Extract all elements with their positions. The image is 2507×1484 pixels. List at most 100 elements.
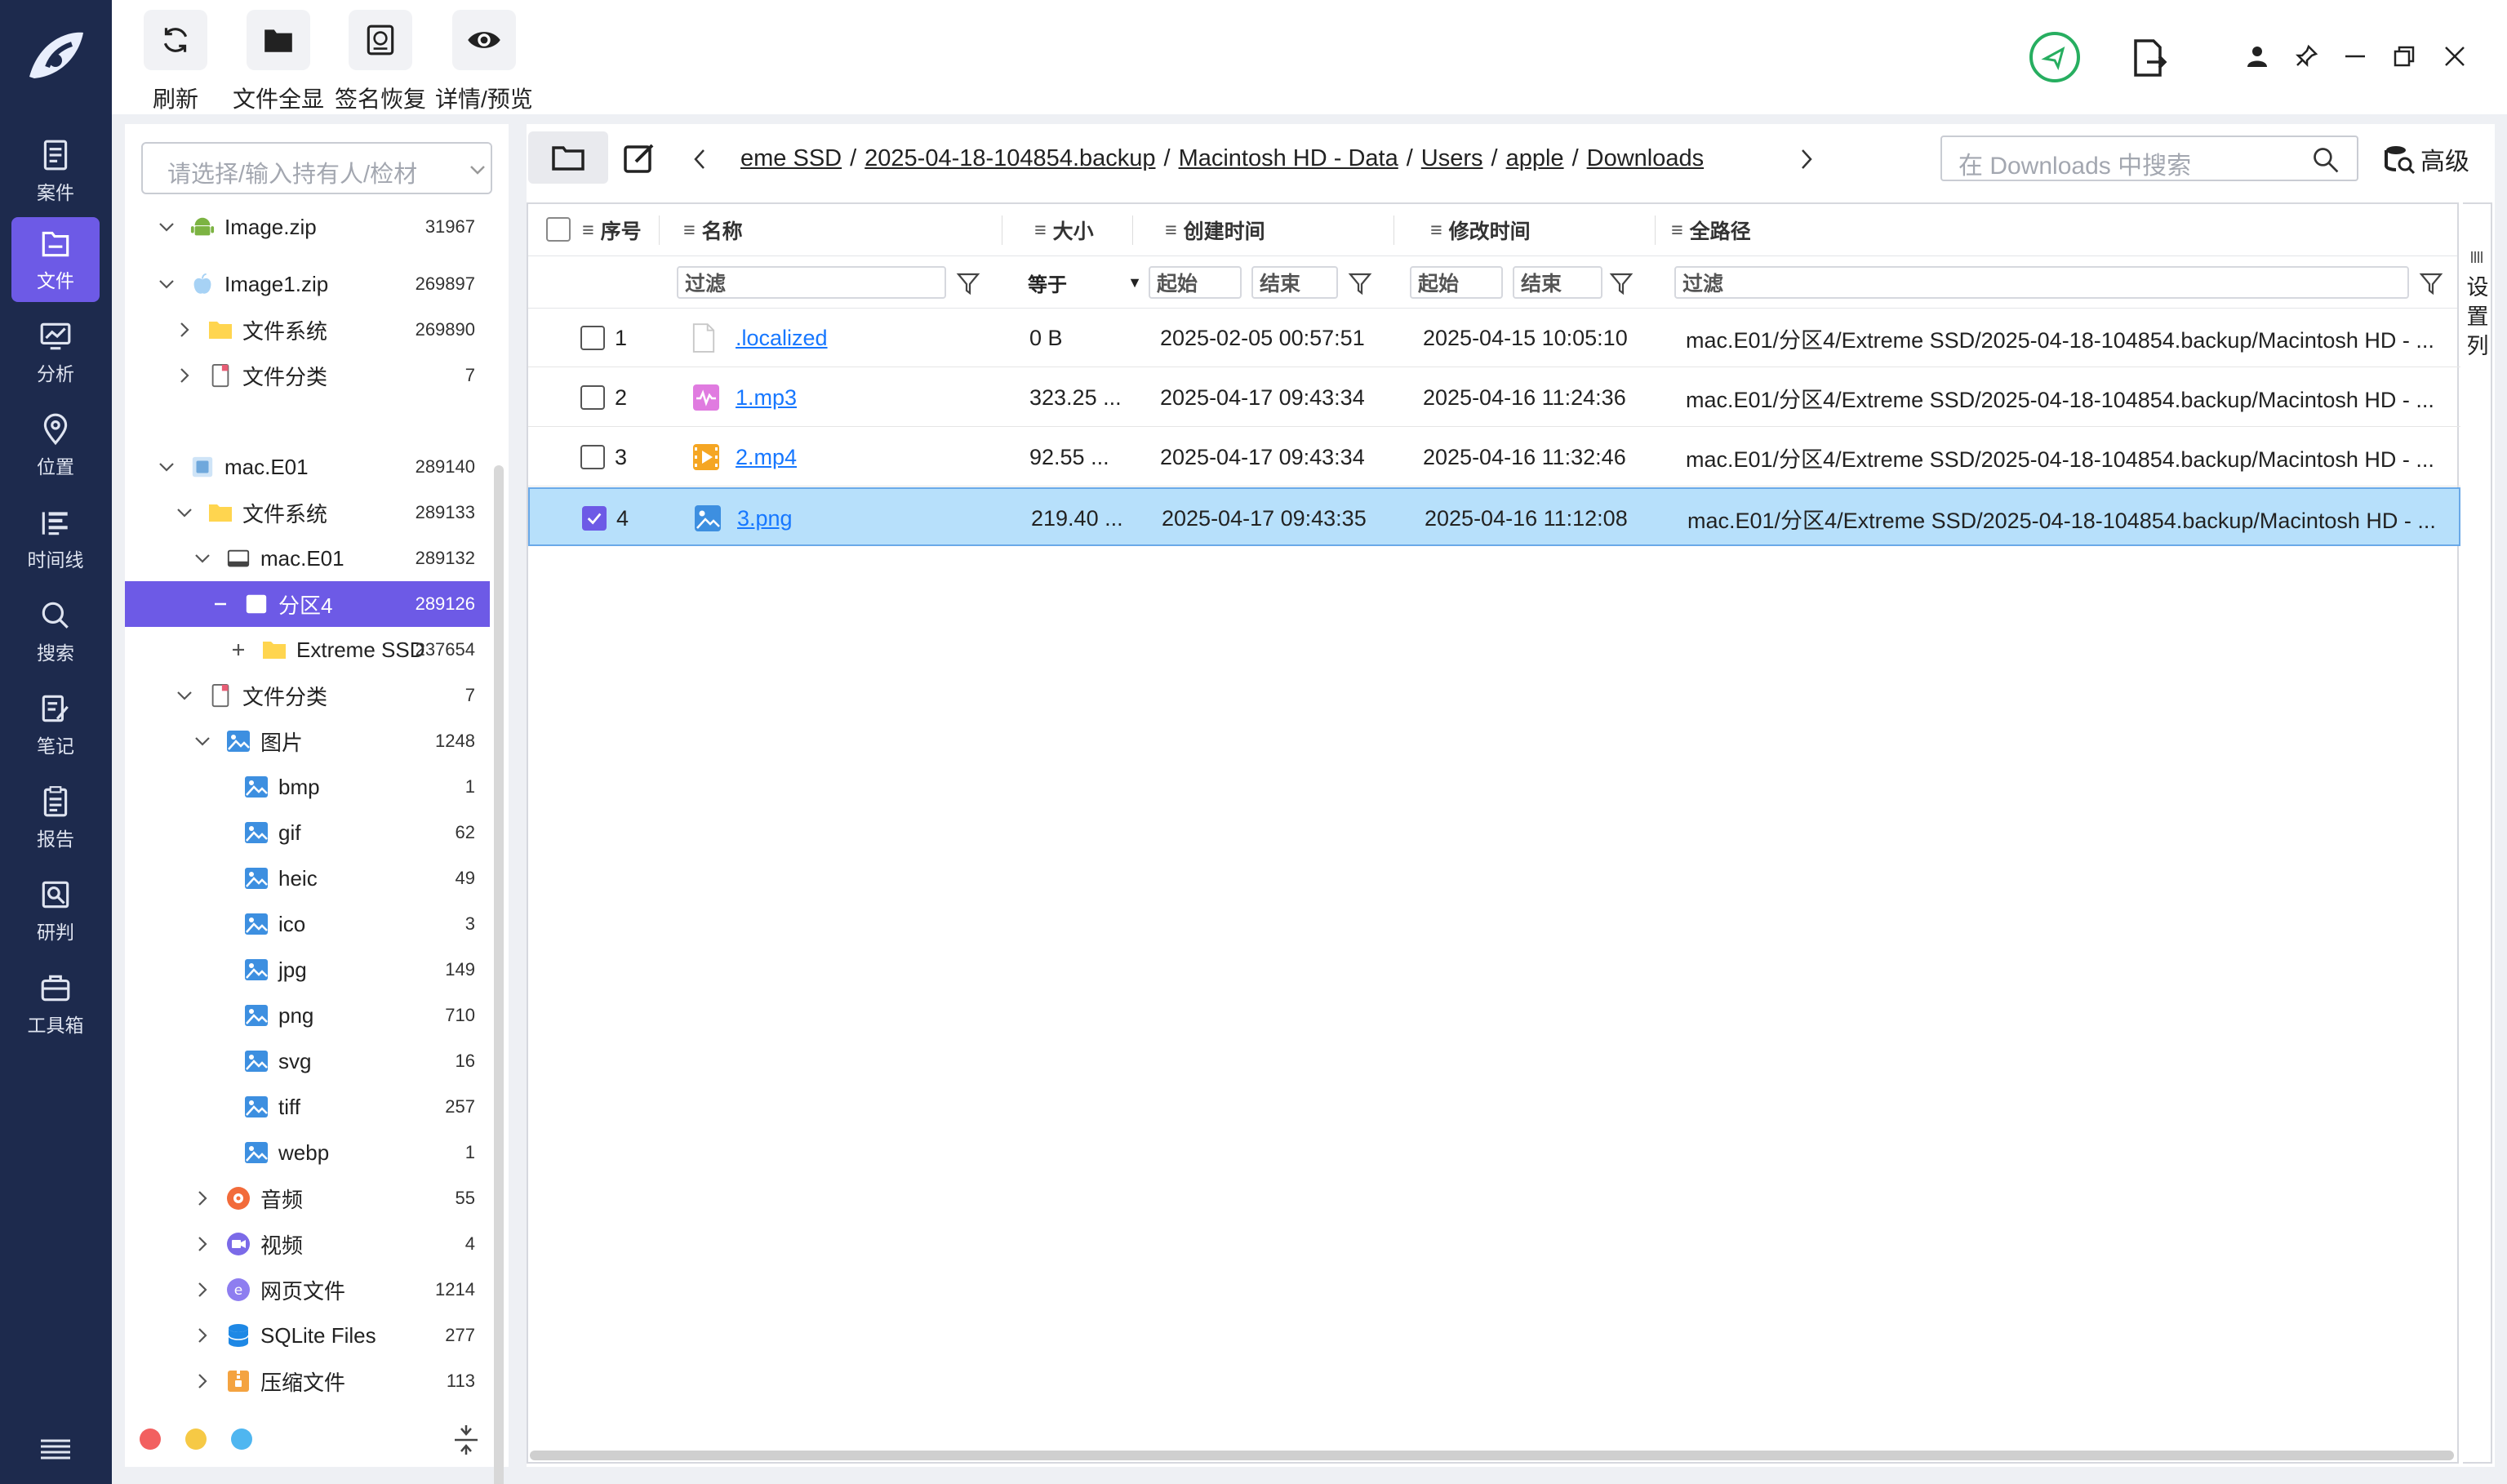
tree-node[interactable]: webp 1 bbox=[125, 1130, 490, 1175]
tree-node[interactable]: svg 16 bbox=[125, 1038, 490, 1084]
filter-icon[interactable] bbox=[1348, 271, 1372, 295]
column-header-modified[interactable]: ≡ 修改时间 bbox=[1430, 204, 1531, 256]
created-end-input[interactable]: 结束 bbox=[1251, 266, 1338, 299]
column-header-index[interactable]: ≡ 序号 bbox=[582, 204, 642, 256]
column-menu-icon[interactable]: ≡ bbox=[1034, 219, 1047, 242]
tree-node[interactable]: 分区4 289126 bbox=[125, 581, 490, 627]
chevron-right-icon[interactable] bbox=[1797, 147, 1816, 171]
table-row[interactable]: 2 1.mp3 323.25 ... 2025-04-17 09:43:34 2… bbox=[528, 368, 2460, 427]
filter-icon[interactable] bbox=[2419, 271, 2443, 295]
name-filter-input[interactable]: 过滤 bbox=[677, 266, 946, 299]
filter-icon[interactable] bbox=[1609, 271, 1634, 295]
chevron-down-icon[interactable] bbox=[190, 729, 215, 753]
tree-node[interactable]: ico 3 bbox=[125, 901, 490, 947]
table-row[interactable]: 3 2.mp4 92.55 ... 2025-04-17 09:43:34 20… bbox=[528, 428, 2460, 487]
export-icon[interactable] bbox=[2132, 38, 2168, 78]
yellow-dot-icon[interactable] bbox=[185, 1428, 207, 1450]
created-start-input[interactable]: 起始 bbox=[1149, 266, 1242, 299]
row-file-name[interactable]: 1.mp3 bbox=[736, 368, 797, 427]
tree-node[interactable]: 音频 55 bbox=[125, 1175, 490, 1221]
nav-search[interactable]: 搜索 bbox=[11, 589, 100, 674]
status-icon[interactable] bbox=[2029, 31, 2081, 83]
tree-node[interactable]: 压缩文件 113 bbox=[125, 1358, 490, 1404]
restore-icon[interactable] bbox=[2392, 44, 2416, 69]
chevron-down-icon[interactable] bbox=[154, 455, 179, 479]
row-file-name[interactable]: .localized bbox=[736, 309, 828, 367]
tree-node[interactable]: 文件系统 269890 bbox=[125, 307, 490, 353]
owner-select[interactable]: 请选择/输入持有人/检材 bbox=[141, 142, 492, 194]
tree-node[interactable]: gif 62 bbox=[125, 810, 490, 855]
signature-recover-button[interactable]: 签名恢复 bbox=[335, 0, 426, 114]
row-checkbox-cell[interactable] bbox=[582, 489, 607, 548]
chevron-right-icon[interactable] bbox=[190, 1277, 215, 1302]
tree-node[interactable]: e 网页文件 1214 bbox=[125, 1267, 490, 1313]
column-header-name[interactable]: ≡ 名称 bbox=[683, 204, 743, 256]
table-row[interactable]: 1 .localized 0 B 2025-02-05 00:57:51 202… bbox=[528, 309, 2460, 367]
expand-icon[interactable] bbox=[226, 638, 251, 662]
user-icon[interactable] bbox=[2245, 44, 2269, 69]
nav-judge[interactable]: 研判 bbox=[11, 869, 100, 953]
breadcrumb-segment[interactable]: eme SSD bbox=[740, 145, 842, 172]
chevron-right-icon[interactable] bbox=[190, 1323, 215, 1348]
collapse-icon[interactable] bbox=[208, 592, 233, 616]
red-dot-icon[interactable] bbox=[140, 1428, 161, 1450]
chevron-right-icon[interactable] bbox=[190, 1186, 215, 1211]
tree-node[interactable]: jpg 149 bbox=[125, 947, 490, 993]
select-all-checkbox[interactable] bbox=[546, 217, 571, 242]
tree-node[interactable]: Image1.zip 269897 bbox=[125, 261, 490, 307]
chevron-down-icon[interactable] bbox=[172, 500, 197, 525]
column-header-fullpath[interactable]: ≡ 全路径 bbox=[1671, 204, 1751, 256]
row-file-name[interactable]: 2.mp4 bbox=[736, 428, 797, 487]
breadcrumb-segment[interactable]: Downloads bbox=[1587, 145, 1704, 172]
nav-location[interactable]: 位置 bbox=[11, 403, 100, 488]
chevron-right-icon[interactable] bbox=[190, 1232, 215, 1256]
tree-node[interactable]: mac.E01 289132 bbox=[125, 535, 490, 581]
tree-node[interactable]: 文件分类 7 bbox=[125, 353, 490, 398]
column-menu-icon[interactable]: ≡ bbox=[683, 219, 696, 242]
tree-node[interactable]: 图片 1248 bbox=[125, 718, 490, 764]
breadcrumb-segment[interactable]: Macintosh HD - Data bbox=[1179, 145, 1398, 172]
grid-horizontal-scrollbar[interactable] bbox=[530, 1451, 2454, 1460]
minimize-icon[interactable] bbox=[2343, 44, 2367, 69]
fullpath-filter-input[interactable]: 过滤 bbox=[1674, 266, 2409, 299]
blue-dot-icon[interactable] bbox=[231, 1428, 252, 1450]
chevron-down-icon[interactable] bbox=[154, 215, 179, 239]
row-checkbox-cell[interactable] bbox=[580, 428, 605, 487]
row-checkbox-cell[interactable] bbox=[580, 368, 605, 427]
tree-node[interactable]: 视频 4 bbox=[125, 1221, 490, 1267]
tree-node[interactable]: tiff 257 bbox=[125, 1084, 490, 1130]
close-icon[interactable] bbox=[2443, 44, 2467, 69]
filter-icon[interactable] bbox=[956, 271, 980, 295]
chevron-right-icon[interactable] bbox=[190, 1369, 215, 1393]
row-checkbox[interactable] bbox=[580, 326, 605, 350]
column-menu-icon[interactable]: ≡ bbox=[582, 219, 594, 242]
tree-node[interactable]: Extreme SSD 237654 bbox=[125, 627, 490, 673]
edit-path-icon[interactable] bbox=[623, 142, 656, 175]
modified-start-input[interactable]: 起始 bbox=[1410, 266, 1503, 299]
row-checkbox-cell[interactable] bbox=[580, 309, 605, 367]
nav-timeline[interactable]: 时间线 bbox=[11, 496, 100, 581]
chevron-left-icon[interactable] bbox=[690, 147, 709, 171]
chevron-right-icon[interactable] bbox=[172, 363, 197, 388]
tree-node[interactable]: Image.zip 31967 bbox=[125, 204, 490, 250]
column-header-size[interactable]: ≡ 大小 bbox=[1034, 204, 1094, 256]
breadcrumb-segment[interactable]: Users bbox=[1421, 145, 1483, 172]
tree-node[interactable]: 文件分类 7 bbox=[125, 673, 490, 718]
chevron-right-icon[interactable] bbox=[172, 318, 197, 342]
nav-file[interactable]: 文件 bbox=[11, 217, 100, 302]
detail-preview-button[interactable]: 详情/预览 bbox=[435, 0, 533, 114]
modified-end-input[interactable]: 结束 bbox=[1513, 266, 1602, 299]
row-checkbox[interactable] bbox=[580, 385, 605, 410]
nav-toolbox[interactable]: 工具箱 bbox=[11, 962, 100, 1046]
tree-node[interactable]: heic 49 bbox=[125, 855, 490, 901]
size-operator-select[interactable]: 等于 ▼ bbox=[1028, 266, 1149, 299]
pin-icon[interactable] bbox=[2294, 44, 2318, 69]
breadcrumb-segment[interactable]: apple bbox=[1506, 145, 1564, 172]
tree-scrollbar[interactable] bbox=[494, 465, 504, 1484]
chevron-down-icon[interactable] bbox=[172, 683, 197, 708]
advanced-search-button[interactable]: 高级 bbox=[2383, 139, 2489, 180]
row-checkbox[interactable] bbox=[582, 506, 607, 531]
tree-node[interactable]: SQLite Files 277 bbox=[125, 1313, 490, 1358]
table-row[interactable]: 4 3.png 219.40 ... 2025-04-17 09:43:35 2… bbox=[528, 487, 2460, 546]
row-checkbox[interactable] bbox=[580, 445, 605, 469]
